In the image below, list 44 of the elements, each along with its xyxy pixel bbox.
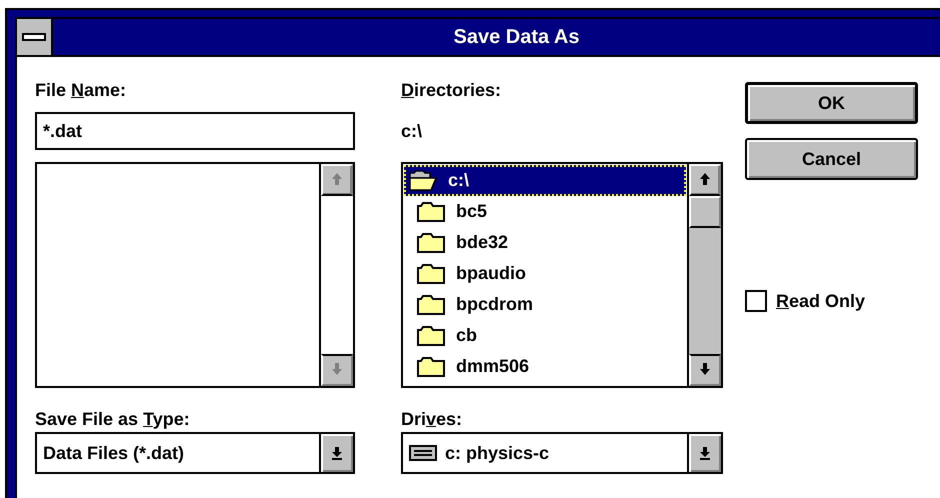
scroll-down-button[interactable]	[689, 354, 721, 386]
checkbox[interactable]	[745, 290, 767, 312]
checkbox-label: Read Only	[776, 290, 866, 312]
current-path: c:\	[401, 120, 424, 143]
field-label: Drives:	[401, 408, 464, 430]
dropdown-arrow-icon	[331, 445, 343, 461]
dropdown-arrow-icon	[699, 445, 711, 461]
field-label: Save File as Type:	[35, 408, 191, 430]
dialog-button[interactable]: Cancel	[745, 138, 918, 180]
scroll-thumb[interactable]	[689, 196, 721, 228]
folder-icon	[416, 200, 446, 222]
folder-icon	[416, 324, 446, 346]
drive-value: c: physics-c	[445, 442, 550, 464]
folder-icon	[416, 232, 446, 254]
folder-icon	[416, 356, 446, 378]
file-name-field[interactable]: *.dat	[35, 112, 355, 150]
scroll-up-button[interactable]	[689, 164, 721, 196]
field-label: Directories:	[401, 79, 502, 101]
dropdown[interactable]: Data Files (*.dat)	[35, 432, 355, 474]
directory-item[interactable]: cb	[404, 320, 686, 351]
dropdown-button[interactable]	[319, 434, 353, 472]
file-list[interactable]	[35, 162, 355, 388]
directory-item[interactable]: bde32	[404, 227, 686, 258]
file-type-value: Data Files (*.dat)	[43, 442, 184, 464]
up-arrow-icon	[331, 172, 343, 188]
directory-item[interactable]: bc5	[404, 196, 686, 227]
drive-icon	[409, 445, 437, 461]
folder-icon	[416, 262, 446, 284]
directory-item[interactable]: bpcdrom	[404, 289, 686, 320]
folder-icon	[416, 294, 446, 316]
minus-icon	[22, 33, 46, 41]
directory-item[interactable]: bpaudio	[404, 258, 686, 289]
up-arrow-icon	[699, 172, 711, 188]
field-label: File Name:	[35, 79, 128, 101]
dropdown[interactable]: c: physics-c	[401, 432, 723, 474]
directory-item[interactable]: dmm506	[404, 351, 686, 382]
open-folder-icon	[408, 170, 438, 192]
dropdown-button[interactable]	[687, 434, 721, 472]
directory-list[interactable]: c:\ bc5 bde32 bpaudio bpcdrom cb dmm506	[401, 162, 723, 388]
window-title: Save Data As	[452, 25, 580, 50]
dialog-button[interactable]: OK	[745, 82, 918, 124]
directory-item[interactable]: c:\	[404, 165, 686, 196]
system-menu-button[interactable]	[17, 19, 53, 55]
scroll-down-button[interactable]	[321, 354, 353, 386]
